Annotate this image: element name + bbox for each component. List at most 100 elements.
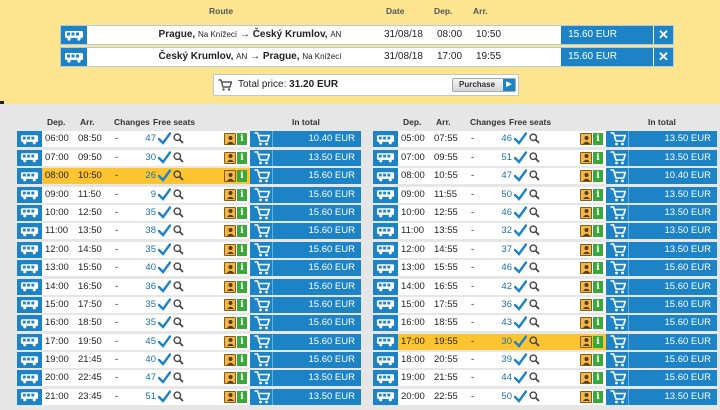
magnifier-icon[interactable] [173,170,184,184]
bus-icon[interactable] [373,260,398,277]
magnifier-icon[interactable] [173,244,184,258]
info-icon[interactable]: i [237,133,247,146]
driver-icon[interactable] [580,262,592,275]
buy-ticket-button[interactable]: 13.50 EUR [250,370,361,387]
timetable-row[interactable]: 07:00 09:50 - 30 i 13.50 EUR [17,149,361,166]
magnifier-icon[interactable] [173,372,184,386]
magnifier-icon[interactable] [173,280,184,295]
driver-icon[interactable] [580,170,592,183]
buy-ticket-button[interactable]: 15.60 EUR [250,241,361,258]
bus-icon[interactable] [373,149,398,166]
driver-icon[interactable] [224,151,236,164]
magnifier-icon[interactable] [173,152,184,166]
buy-ticket-button[interactable]: 10.40 EUR [606,168,717,185]
driver-icon[interactable] [224,354,236,367]
timetable-row[interactable]: 20:00 22:55 - 50 i 13.50 EUR [373,388,717,405]
buy-ticket-button[interactable]: 15.60 EUR [250,333,361,350]
bus-icon[interactable] [17,223,42,240]
buy-ticket-button[interactable]: 15.60 EUR [250,204,361,221]
buy-ticket-button[interactable]: 15.60 EUR [250,296,361,313]
info-icon[interactable]: i [237,372,247,385]
buy-ticket-button[interactable]: 13.50 EUR [606,149,717,166]
bus-icon[interactable] [373,223,398,240]
info-icon[interactable]: i [593,317,603,330]
magnifier-icon[interactable] [173,188,184,203]
buy-ticket-button[interactable]: 15.60 EUR [250,278,361,295]
timetable-row[interactable]: 19:00 21:55 - 44 i 15.60 EUR [373,370,717,387]
bus-icon[interactable] [17,131,42,148]
buy-ticket-button[interactable]: 15.60 EUR [606,296,717,313]
magnifier-icon[interactable] [173,262,184,276]
buy-ticket-button[interactable]: 13.50 EUR [606,223,717,240]
buy-ticket-button[interactable]: 10.40 EUR [250,131,361,148]
driver-icon[interactable] [224,188,236,201]
magnifier-icon[interactable] [173,299,184,313]
timetable-row[interactable]: 09:00 11:55 - 50 i 13.50 EUR [373,186,717,203]
bus-icon[interactable] [17,260,42,277]
info-icon[interactable]: i [237,206,247,219]
timetable-row[interactable]: 11:00 13:50 - 38 i 15.60 EUR [17,223,361,240]
bus-icon[interactable] [373,186,398,203]
bus-icon[interactable] [17,186,42,203]
timetable-row[interactable]: 14:00 16:55 - 42 i 15.60 EUR [373,278,717,295]
remove-trip-button[interactable]: ✕ [653,48,673,66]
magnifier-icon[interactable] [173,336,184,350]
magnifier-icon[interactable] [529,262,540,276]
timetable-row[interactable]: 16:00 18:55 - 43 i 15.60 EUR [373,315,717,332]
buy-ticket-button[interactable]: 15.60 EUR [250,223,361,240]
timetable-row[interactable]: 12:00 14:50 - 35 i 15.60 EUR [17,241,361,258]
bus-icon[interactable] [373,296,398,313]
bus-icon[interactable] [373,131,398,148]
bus-icon[interactable] [373,278,398,295]
bus-icon[interactable] [17,204,42,221]
info-icon[interactable]: i [593,188,603,201]
driver-icon[interactable] [580,372,592,385]
driver-icon[interactable] [224,225,236,238]
timetable-row[interactable]: 09:00 11:50 - 9 i 15.60 EUR [17,186,361,203]
bus-icon[interactable] [373,204,398,221]
info-icon[interactable]: i [593,280,603,293]
magnifier-icon[interactable] [173,207,184,221]
bus-icon[interactable] [17,149,42,166]
magnifier-icon[interactable] [529,372,540,386]
bus-icon[interactable] [17,278,42,295]
info-icon[interactable]: i [593,206,603,219]
driver-icon[interactable] [224,317,236,330]
driver-icon[interactable] [580,243,592,256]
timetable-row[interactable]: 17:00 19:55 - 30 i 15.60 EUR [373,333,717,350]
buy-ticket-button[interactable]: 15.60 EUR [606,278,717,295]
info-icon[interactable]: i [237,243,247,256]
driver-icon[interactable] [580,298,592,311]
info-icon[interactable]: i [593,243,603,256]
bus-icon[interactable] [373,352,398,369]
timetable-row[interactable]: 18:00 20:55 - 39 i 15.60 EUR [373,352,717,369]
magnifier-icon[interactable] [529,188,540,203]
info-icon[interactable]: i [593,262,603,275]
magnifier-icon[interactable] [529,170,540,184]
driver-icon[interactable] [580,280,592,293]
magnifier-icon[interactable] [529,317,540,331]
buy-ticket-button[interactable]: 15.60 EUR [606,333,717,350]
remove-trip-button[interactable]: ✕ [653,26,673,44]
info-icon[interactable]: i [237,390,247,403]
info-icon[interactable]: i [593,170,603,183]
timetable-row[interactable]: 05:00 07:55 - 46 i 13.50 EUR [373,131,717,148]
buy-ticket-button[interactable]: 13.50 EUR [606,388,717,405]
driver-icon[interactable] [224,133,236,146]
timetable-row[interactable]: 17:00 19:50 - 45 i 15.60 EUR [17,333,361,350]
magnifier-icon[interactable] [529,299,540,313]
info-icon[interactable]: i [593,133,603,146]
info-icon[interactable]: i [237,317,247,330]
driver-icon[interactable] [224,390,236,403]
magnifier-icon[interactable] [529,354,540,368]
info-icon[interactable]: i [593,354,603,367]
bus-icon[interactable] [17,352,42,369]
info-icon[interactable]: i [237,335,247,348]
magnifier-icon[interactable] [173,354,184,368]
magnifier-icon[interactable] [529,336,540,350]
magnifier-icon[interactable] [529,391,540,405]
timetable-row[interactable]: 13:00 15:50 - 40 i 15.60 EUR [17,260,361,277]
driver-icon[interactable] [224,262,236,275]
bus-icon[interactable] [373,315,398,332]
info-icon[interactable]: i [593,298,603,311]
